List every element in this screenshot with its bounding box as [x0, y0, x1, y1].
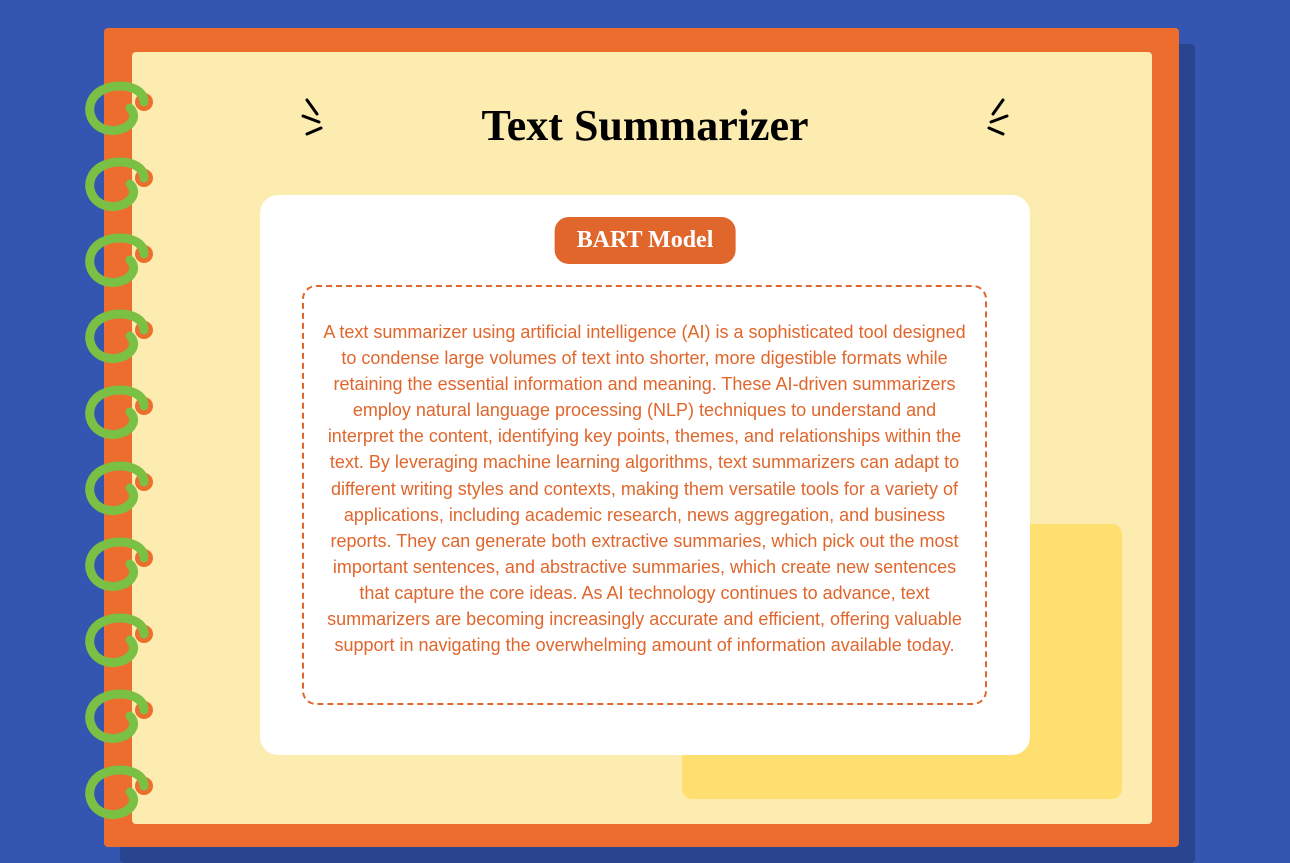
spiral-ring-icon — [72, 764, 172, 826]
spiral-ring-icon — [72, 688, 172, 750]
spiral-ring-icon — [72, 232, 172, 294]
emphasis-lines-right-icon — [965, 92, 1015, 142]
spiral-ring-icon — [72, 80, 172, 142]
summary-text: A text summarizer using artificial intel… — [320, 319, 969, 658]
emphasis-lines-left-icon — [295, 92, 345, 142]
spiral-ring-icon — [72, 308, 172, 370]
content-card: BART Model A text summarizer using artif… — [260, 195, 1030, 755]
spiral-ring-icon — [72, 612, 172, 674]
summary-box: A text summarizer using artificial intel… — [302, 285, 987, 705]
model-badge: BART Model — [555, 217, 736, 264]
spiral-ring-icon — [72, 156, 172, 218]
page-title: Text Summarizer — [260, 100, 1030, 151]
spiral-ring-icon — [72, 536, 172, 598]
spiral-ring-icon — [72, 460, 172, 522]
spiral-ring-icon — [72, 384, 172, 446]
